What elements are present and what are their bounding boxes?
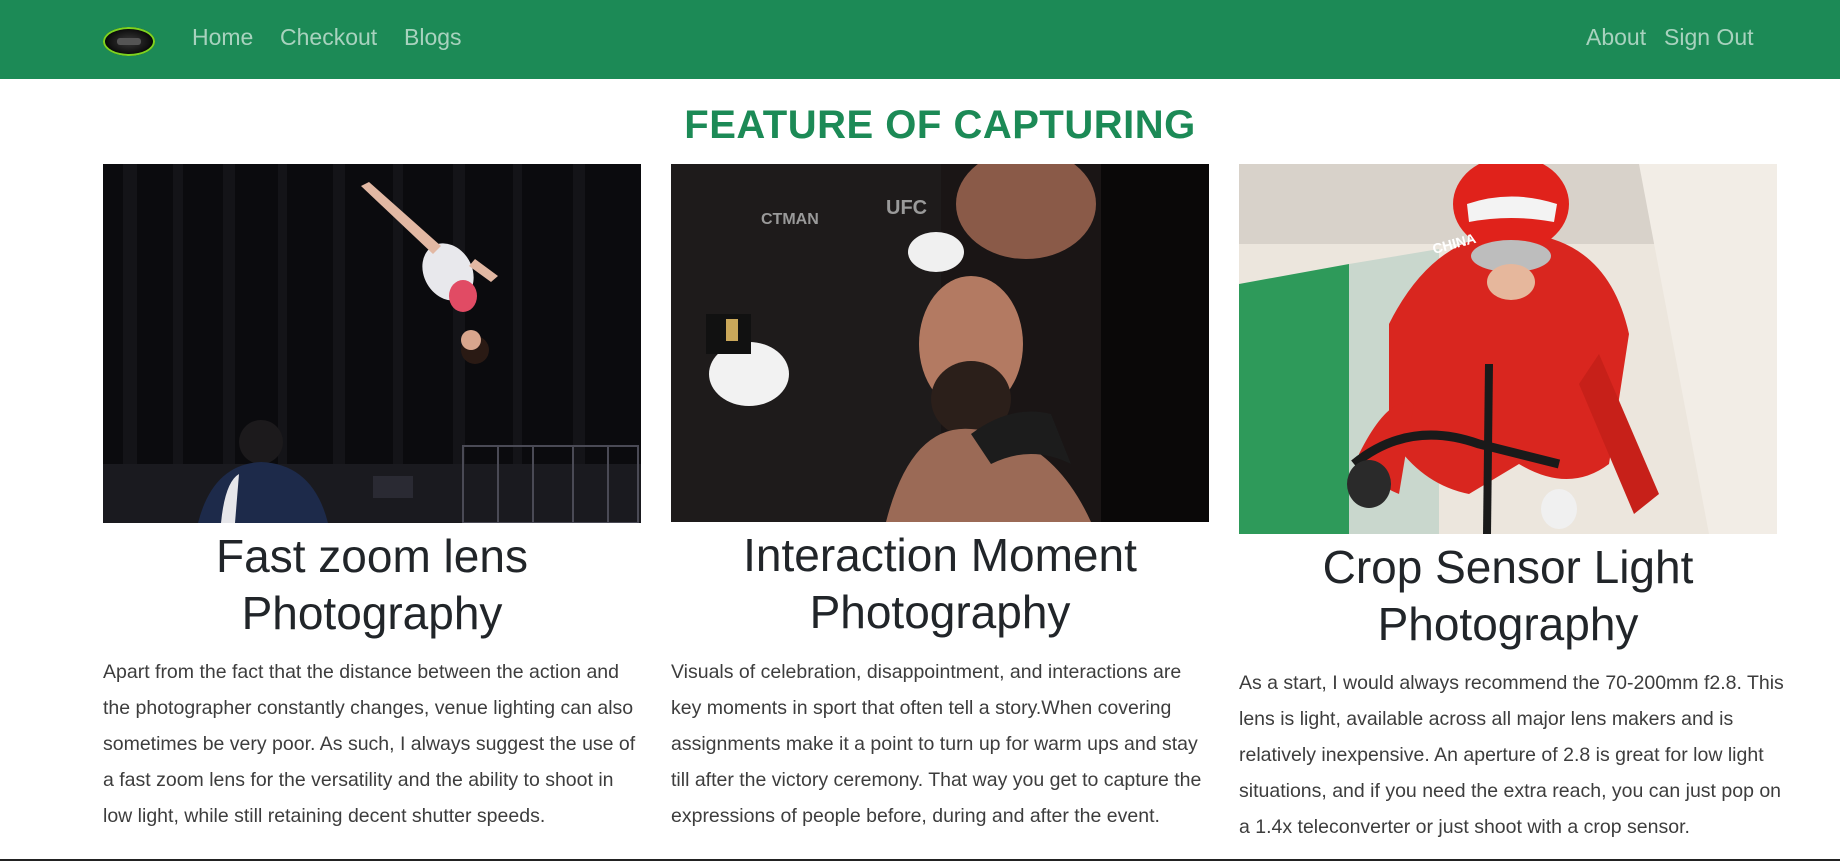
card-text: Visuals of celebration, disappointment, … bbox=[671, 661, 1202, 827]
track-cyclist-photo: CHINA bbox=[1239, 164, 1777, 534]
card-heading: Interaction Moment Photography bbox=[743, 529, 1137, 638]
nav-link-sign-out[interactable]: Sign Out bbox=[1664, 24, 1754, 51]
nav-link-checkout[interactable]: Checkout bbox=[280, 24, 377, 51]
card-text: As a start, I would always recommend the… bbox=[1239, 672, 1784, 838]
page-title: FEATURE OF CAPTURING bbox=[684, 103, 1196, 147]
nav-link-home[interactable]: Home bbox=[192, 24, 253, 51]
svg-text:CTMAN: CTMAN bbox=[761, 211, 819, 228]
camera-lens-logo-icon[interactable] bbox=[103, 27, 155, 56]
svg-text:UFC: UFC bbox=[886, 197, 927, 219]
card-text: Apart from the fact that the distance be… bbox=[103, 661, 636, 827]
fighter-cutman-photo: CTMAN UFC bbox=[671, 164, 1209, 522]
card-heading: Crop Sensor Light Photography bbox=[1322, 541, 1694, 650]
gymnast-somersault-photo bbox=[103, 164, 641, 523]
nav-link-about[interactable]: About bbox=[1586, 24, 1646, 51]
card-heading: Fast zoom lens Photography bbox=[216, 530, 528, 639]
nav-link-blogs[interactable]: Blogs bbox=[404, 24, 462, 51]
top-navbar: Home Checkout Blogs About Sign Out bbox=[0, 0, 1840, 79]
